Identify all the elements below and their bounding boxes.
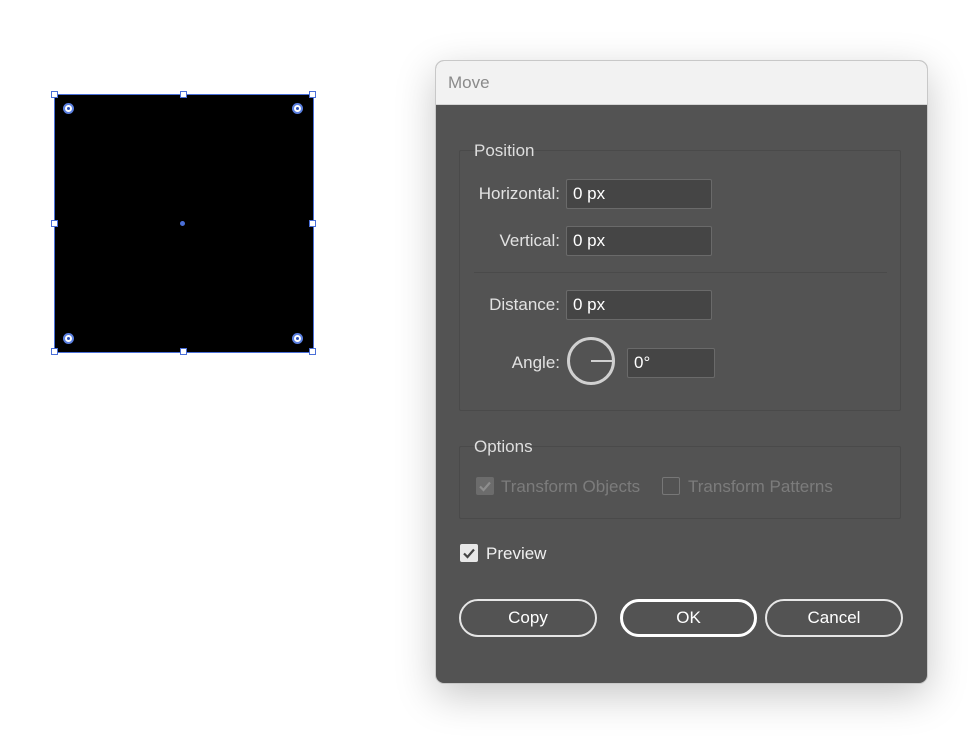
resize-handle-left[interactable] (51, 220, 58, 227)
corner-widget-bottom-left[interactable] (63, 333, 74, 344)
resize-handle-top[interactable] (180, 91, 187, 98)
position-separator (474, 272, 887, 273)
copy-button[interactable]: Copy (459, 599, 597, 637)
resize-handle-bottom-left[interactable] (51, 348, 58, 355)
transform-objects-label: Transform Objects (501, 477, 641, 496)
angle-input[interactable] (627, 348, 715, 378)
checkmark-icon (479, 481, 491, 492)
resize-handle-right[interactable] (309, 220, 316, 227)
dialog-title: Move (448, 72, 490, 92)
ok-button[interactable]: OK (620, 599, 757, 637)
horizontal-label: Horizontal: (478, 184, 560, 203)
move-dialog: Move Position Horizontal: Vertical: Dist… (435, 60, 928, 684)
resize-handle-top-right[interactable] (309, 91, 316, 98)
transform-patterns-checkbox[interactable] (662, 477, 680, 495)
vertical-label: Vertical: (499, 231, 560, 250)
options-group-title: Options (474, 437, 533, 456)
resize-handle-top-left[interactable] (51, 91, 58, 98)
corner-widget-top-right[interactable] (292, 103, 303, 114)
cancel-button[interactable]: Cancel (765, 599, 903, 637)
vertical-input[interactable] (566, 226, 712, 256)
resize-handle-bottom-right[interactable] (309, 348, 316, 355)
transform-objects-checkbox[interactable] (476, 477, 494, 495)
dialog-titlebar[interactable]: Move (436, 61, 927, 105)
center-point (180, 221, 185, 226)
preview-label: Preview (486, 544, 547, 563)
transform-patterns-label: Transform Patterns (688, 477, 833, 496)
preview-checkbox[interactable] (460, 544, 478, 562)
corner-widget-bottom-right[interactable] (292, 333, 303, 344)
distance-input[interactable] (566, 290, 712, 320)
distance-label: Distance: (489, 295, 560, 314)
position-group-title: Position (474, 141, 535, 160)
angle-label: Angle: (511, 353, 560, 372)
horizontal-input[interactable] (566, 179, 712, 209)
checkmark-icon (463, 548, 475, 559)
angle-dial-icon[interactable] (567, 337, 615, 385)
resize-handle-bottom[interactable] (180, 348, 187, 355)
corner-widget-top-left[interactable] (63, 103, 74, 114)
